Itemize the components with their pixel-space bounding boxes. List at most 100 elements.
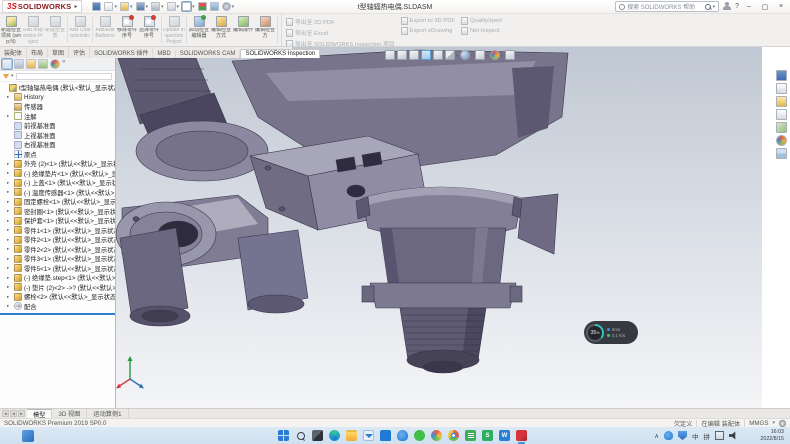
new-document-dropdown-icon[interactable]: ▾ bbox=[114, 4, 117, 10]
wechat-taskbar-icon[interactable] bbox=[414, 430, 425, 441]
onedrive-tray-icon[interactable] bbox=[664, 431, 673, 440]
launch-inspection-editor-button[interactable]: 启动检查编辑器 bbox=[188, 14, 210, 46]
tab-草图[interactable]: 草图 bbox=[48, 47, 69, 58]
open-icon[interactable] bbox=[120, 2, 129, 11]
display-settings-icon[interactable] bbox=[210, 2, 219, 11]
view-settings-dropdown-icon[interactable]: ▾ bbox=[516, 53, 518, 58]
tree-item[interactable]: ▸配合 bbox=[0, 302, 115, 312]
select-balloons-button[interactable]: 选择零件序号 bbox=[138, 14, 160, 46]
print-dropdown-icon[interactable]: ▾ bbox=[161, 4, 164, 10]
expand-icon[interactable]: ▸ bbox=[7, 161, 12, 167]
doc-tab-3D 视图[interactable]: 3D 视图 bbox=[52, 409, 87, 419]
search-taskbar-icon[interactable] bbox=[295, 430, 306, 441]
tree-item[interactable]: ▸History bbox=[0, 93, 115, 103]
restore-button[interactable]: ▢ bbox=[759, 3, 771, 11]
close-button[interactable]: × bbox=[775, 3, 787, 10]
file-explorer-taskbar-icon[interactable] bbox=[346, 430, 357, 441]
store-taskbar-icon[interactable] bbox=[380, 430, 391, 441]
login-icon[interactable] bbox=[723, 2, 731, 11]
tree-item[interactable]: ▸零件2<2> (默认<<默认>_显示状态 bbox=[0, 245, 115, 255]
edit-inspection-button[interactable]: 编辑检查方 bbox=[254, 14, 276, 46]
expand-icon[interactable]: ▸ bbox=[7, 246, 12, 252]
design-library-icon[interactable] bbox=[776, 96, 787, 107]
view-orientation-dropdown-icon[interactable]: ▾ bbox=[456, 53, 458, 58]
tab-scroll-icon-2[interactable]: ◄ bbox=[10, 410, 17, 417]
ime-mode-icon[interactable]: 拼 bbox=[704, 431, 711, 441]
tree-item[interactable]: 上视基准面 bbox=[0, 131, 115, 141]
expand-icon[interactable]: ▸ bbox=[7, 265, 12, 271]
start-taskbar-icon[interactable] bbox=[278, 430, 289, 441]
chrome-taskbar-icon[interactable] bbox=[448, 430, 459, 441]
edit-appearance-icon[interactable] bbox=[490, 50, 500, 60]
task-view-taskbar-icon[interactable] bbox=[312, 430, 323, 441]
volume-icon[interactable] bbox=[729, 431, 738, 440]
sw-resources-icon[interactable] bbox=[776, 83, 787, 94]
tree-item[interactable]: 前视基准面 bbox=[0, 121, 115, 131]
tree-item[interactable]: ▸保护套<1> (默认<<默认>_显示状态 bbox=[0, 216, 115, 226]
tree-item[interactable]: 传感器 bbox=[0, 102, 115, 112]
tree-item[interactable]: ▸(-) 垫片 (2)<2> ->? (默认<<默认> bbox=[0, 283, 115, 293]
tree-item[interactable]: ▸固定螺栓<1> (默认<<默认>_显示状 bbox=[0, 197, 115, 207]
save-dropdown-icon[interactable]: ▾ bbox=[146, 4, 149, 10]
s-app-taskbar-icon[interactable]: S bbox=[482, 430, 493, 441]
home-icon[interactable] bbox=[92, 2, 101, 11]
tree-item[interactable]: ▸密封圈<1> (默认<<默认>_显示状态 bbox=[0, 207, 115, 217]
minimize-button[interactable]: – bbox=[743, 3, 755, 10]
expand-icon[interactable]: ▸ bbox=[7, 170, 12, 176]
previous-view-icon[interactable] bbox=[409, 50, 419, 60]
search-icon[interactable] bbox=[705, 4, 711, 10]
expand-icon[interactable]: ▸ bbox=[7, 284, 12, 290]
tree-item[interactable]: 原点 bbox=[0, 150, 115, 160]
save-icon[interactable] bbox=[136, 2, 145, 11]
tree-splitter[interactable] bbox=[0, 313, 115, 315]
view-settings-icon[interactable] bbox=[505, 50, 515, 60]
options-icon[interactable] bbox=[222, 2, 231, 11]
browser-360-taskbar-icon[interactable] bbox=[431, 430, 442, 441]
feature-manager-tab-icon[interactable] bbox=[2, 59, 12, 69]
tree-item[interactable]: ▸(-) 温度传感器<1> (默认<<默认>_显 bbox=[0, 188, 115, 198]
section-view-icon[interactable] bbox=[421, 50, 431, 60]
hide-show-items-icon[interactable] bbox=[475, 50, 485, 60]
tab-布局[interactable]: 布局 bbox=[27, 47, 48, 58]
new-inspection-project-button[interactable]: 新建检查项目 (amp;N) bbox=[0, 14, 22, 46]
options-dropdown-icon[interactable]: ▾ bbox=[232, 4, 235, 10]
wps-taskbar-icon[interactable]: W bbox=[499, 430, 510, 441]
expand-icon[interactable]: ▸ bbox=[7, 189, 12, 195]
widgets-icon[interactable] bbox=[22, 430, 34, 442]
expand-icon[interactable]: ▸ bbox=[7, 94, 12, 100]
expand-icon[interactable]: ▸ bbox=[7, 208, 12, 214]
dimxpert-manager-tab-icon[interactable] bbox=[38, 59, 48, 69]
display-manager-tab-icon[interactable] bbox=[50, 59, 60, 69]
tree-item[interactable]: ▸零件1<1> (默认<<默认>_显示状态 bbox=[0, 226, 115, 236]
onedrive-taskbar-icon[interactable] bbox=[397, 430, 408, 441]
doc-tab-运动算例1[interactable]: 运动算例1 bbox=[87, 409, 128, 419]
help-menu[interactable]: ? bbox=[735, 3, 739, 10]
logo-flyout-arrow[interactable]: ▸ bbox=[74, 3, 77, 10]
solidworks-taskbar-icon[interactable] bbox=[516, 430, 527, 441]
print-icon[interactable] bbox=[151, 2, 160, 11]
undo-icon[interactable] bbox=[167, 2, 176, 11]
status-globe-icon[interactable] bbox=[779, 420, 786, 427]
tray-expand-icon[interactable]: ∧ bbox=[654, 432, 659, 440]
file-explorer-icon[interactable] bbox=[776, 109, 787, 120]
tree-item[interactable]: ▸零件5<1> (默认<<默认>_显示状态 bbox=[0, 264, 115, 274]
custom-properties-icon[interactable] bbox=[776, 148, 787, 159]
tab-SOLIDWORKS CAM[interactable]: SOLIDWORKS CAM bbox=[176, 50, 241, 58]
edit-inspection-method-button[interactable]: 编辑检查方式 bbox=[210, 14, 232, 46]
tab-MBD[interactable]: MBD bbox=[153, 50, 175, 58]
expand-icon[interactable]: ▸ bbox=[7, 303, 12, 309]
reading-app-taskbar-icon[interactable] bbox=[465, 430, 476, 441]
help-search-box[interactable]: 搜索 SOLIDWORKS 帮助 ▾ bbox=[615, 1, 719, 12]
property-manager-tab-icon[interactable] bbox=[14, 59, 24, 69]
expand-icon[interactable]: ▸ bbox=[7, 180, 12, 186]
select-icon[interactable] bbox=[182, 2, 191, 11]
tree-root-item[interactable]: t型轴辐热电偶 (默认<默认_显示状态-1>) bbox=[0, 83, 115, 93]
display-style-dropdown-icon[interactable]: ▾ bbox=[471, 53, 473, 58]
tree-item[interactable]: ▸外壳 (2)<1> (默认<<默认>_显示状态 bbox=[0, 159, 115, 169]
hide-show-items-dropdown-icon[interactable]: ▾ bbox=[486, 53, 488, 58]
tree-item[interactable]: ▸零件3<1> (默认<<默认>_显示状态 bbox=[0, 254, 115, 264]
expand-icon[interactable]: ▸ bbox=[7, 227, 12, 233]
tab-SOLIDWORKS 插件[interactable]: SOLIDWORKS 插件 bbox=[90, 47, 153, 58]
tree-item[interactable]: ▸零件2<1> (默认<<默认>_显示状态 bbox=[0, 235, 115, 245]
tree-item[interactable]: ▸(-) 上盖<1> (默认<<默认>_显示状态 bbox=[0, 178, 115, 188]
